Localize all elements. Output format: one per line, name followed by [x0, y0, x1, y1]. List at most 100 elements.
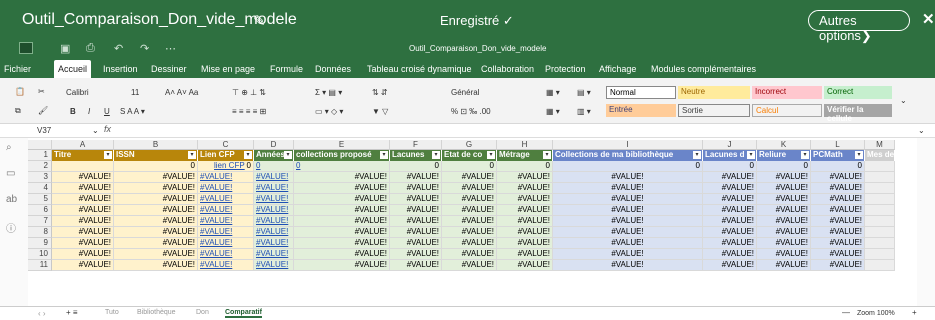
table-cell[interactable]: #VALUE! — [703, 249, 757, 260]
table-cell[interactable]: #VALUE! — [198, 205, 254, 216]
filter-dropdown-icon[interactable]: ▾ — [188, 151, 196, 159]
table-cell[interactable]: 0 — [811, 161, 865, 172]
table-cell[interactable]: #VALUE! — [390, 216, 442, 227]
table-cell[interactable]: 0 — [294, 161, 390, 172]
table-cell[interactable] — [865, 183, 895, 194]
table-cell[interactable]: #VALUE! — [757, 172, 811, 183]
table-cell[interactable]: #VALUE! — [198, 194, 254, 205]
menu-formule[interactable]: Formule — [270, 64, 303, 74]
table-cell[interactable]: #VALUE! — [553, 216, 703, 227]
table-cell[interactable]: #VALUE! — [442, 227, 497, 238]
style-normal[interactable]: Normal — [606, 86, 676, 99]
table-cell[interactable]: #VALUE! — [294, 205, 390, 216]
style-sortie[interactable]: Sortie — [678, 104, 750, 117]
info-icon[interactable]: ⓘ — [6, 220, 16, 235]
bold-icon[interactable]: B — [70, 107, 76, 116]
row-header[interactable]: 8 — [28, 227, 52, 238]
table-cell[interactable] — [865, 194, 895, 205]
table-cell[interactable] — [865, 172, 895, 183]
table-cell[interactable]: 0 — [553, 161, 703, 172]
table-cell[interactable]: #VALUE! — [114, 205, 198, 216]
table-cell[interactable]: #VALUE! — [254, 238, 294, 249]
zoom-out-icon[interactable]: — — [842, 308, 850, 317]
table-cell[interactable]: #VALUE! — [442, 205, 497, 216]
select-all-corner[interactable] — [28, 140, 52, 150]
table-cell[interactable]: #VALUE! — [497, 227, 553, 238]
table-cell[interactable]: #VALUE! — [254, 205, 294, 216]
table-cell[interactable]: #VALUE! — [442, 194, 497, 205]
table-cell[interactable]: #VALUE! — [114, 249, 198, 260]
table-cell[interactable]: #VALUE! — [703, 260, 757, 271]
menu-collaboration[interactable]: Collaboration — [481, 64, 534, 74]
row-header[interactable]: 11 — [28, 260, 52, 271]
column-header[interactable]: D — [254, 140, 294, 150]
row-header[interactable]: 9 — [28, 238, 52, 249]
menu-fichier[interactable]: Fichier — [4, 64, 31, 74]
table-cell[interactable]: #VALUE! — [703, 216, 757, 227]
table-cell[interactable]: #VALUE! — [254, 227, 294, 238]
paste-icon[interactable]: 📋 — [15, 87, 25, 96]
table-header-cell[interactable]: collections proposé — [294, 150, 390, 161]
table-cell[interactable]: #VALUE! — [52, 205, 114, 216]
sheet-nav-icon[interactable]: ‹ › — [38, 309, 46, 318]
sort-icon[interactable]: ⇅ ⇵ — [372, 88, 388, 97]
cell-styles-icon[interactable]: ▥ ▾ — [577, 107, 591, 116]
sheet-tab-bibliotheque[interactable]: Bibliothèque — [137, 309, 176, 316]
table-cell[interactable]: #VALUE! — [811, 216, 865, 227]
table-cell[interactable]: #VALUE! — [811, 227, 865, 238]
table-cell[interactable]: #VALUE! — [757, 260, 811, 271]
table-cell[interactable]: #VALUE! — [198, 238, 254, 249]
copy-icon[interactable]: ⧉ — [15, 106, 21, 116]
style-entree[interactable]: Entrée — [606, 104, 676, 117]
table-cell[interactable]: #VALUE! — [114, 183, 198, 194]
filter-dropdown-icon[interactable]: ▾ — [380, 151, 388, 159]
table-cell[interactable]: #VALUE! — [703, 183, 757, 194]
formula-expand-icon[interactable]: ⌄ — [918, 126, 925, 135]
row-header[interactable]: 7 — [28, 216, 52, 227]
table-cell[interactable]: #VALUE! — [198, 249, 254, 260]
table-cell[interactable]: #VALUE! — [390, 238, 442, 249]
table-cell[interactable]: #VALUE! — [390, 249, 442, 260]
style-verifier[interactable]: Vérifier la cellule — [824, 104, 892, 123]
style-neutre[interactable]: Neutre — [678, 86, 750, 99]
table-cell[interactable]: #VALUE! — [294, 260, 390, 271]
table-cell[interactable]: #VALUE! — [254, 172, 294, 183]
save-icon[interactable]: ▣ — [60, 42, 70, 55]
column-header[interactable]: A — [52, 140, 114, 150]
table-cell[interactable]: #VALUE! — [497, 249, 553, 260]
style-incorrect[interactable]: Incorrect — [752, 86, 822, 99]
table-cell[interactable]: #VALUE! — [114, 227, 198, 238]
table-cell[interactable]: #VALUE! — [553, 249, 703, 260]
menu-donnees[interactable]: Données — [315, 64, 351, 74]
number-format-icons[interactable]: % ⊡ ‰ .00 — [451, 107, 491, 116]
table-cell[interactable] — [865, 205, 895, 216]
insert-cells-icon[interactable]: ▦ ▾ — [546, 107, 560, 116]
table-cell[interactable]: #VALUE! — [114, 260, 198, 271]
table-cell[interactable]: #VALUE! — [497, 183, 553, 194]
table-cell[interactable]: #VALUE! — [198, 227, 254, 238]
table-cell[interactable]: #VALUE! — [497, 194, 553, 205]
namebox-dropdown-icon[interactable]: ⌄ — [92, 126, 99, 135]
zoom-in-icon[interactable]: + — [912, 308, 917, 317]
sheet-tab-tuto[interactable]: Tuto — [105, 309, 119, 316]
underline-icon[interactable]: U — [104, 107, 110, 116]
menu-insertion[interactable]: Insertion — [103, 64, 138, 74]
sheet-tab-don[interactable]: Don — [196, 309, 209, 316]
table-cell[interactable]: #VALUE! — [811, 238, 865, 249]
table-cell[interactable] — [865, 238, 895, 249]
filter-dropdown-icon[interactable]: ▾ — [432, 151, 440, 159]
table-cell[interactable]: #VALUE! — [114, 216, 198, 227]
table-cell[interactable]: #VALUE! — [114, 172, 198, 183]
row-header[interactable]: 2 — [28, 161, 52, 172]
table-cell[interactable]: #VALUE! — [703, 205, 757, 216]
number-format[interactable]: Général — [451, 88, 479, 97]
table-cell[interactable]: #VALUE! — [553, 227, 703, 238]
table-cell[interactable]: #VALUE! — [757, 205, 811, 216]
row-header[interactable]: 3 — [28, 172, 52, 183]
table-cell[interactable]: #VALUE! — [254, 249, 294, 260]
table-cell[interactable] — [52, 161, 114, 172]
table-cell[interactable]: #VALUE! — [254, 194, 294, 205]
font-size[interactable]: 11 — [131, 88, 139, 97]
table-cell[interactable]: #VALUE! — [497, 216, 553, 227]
table-header-cell[interactable]: Collections de ma bibliothèque — [553, 150, 703, 161]
